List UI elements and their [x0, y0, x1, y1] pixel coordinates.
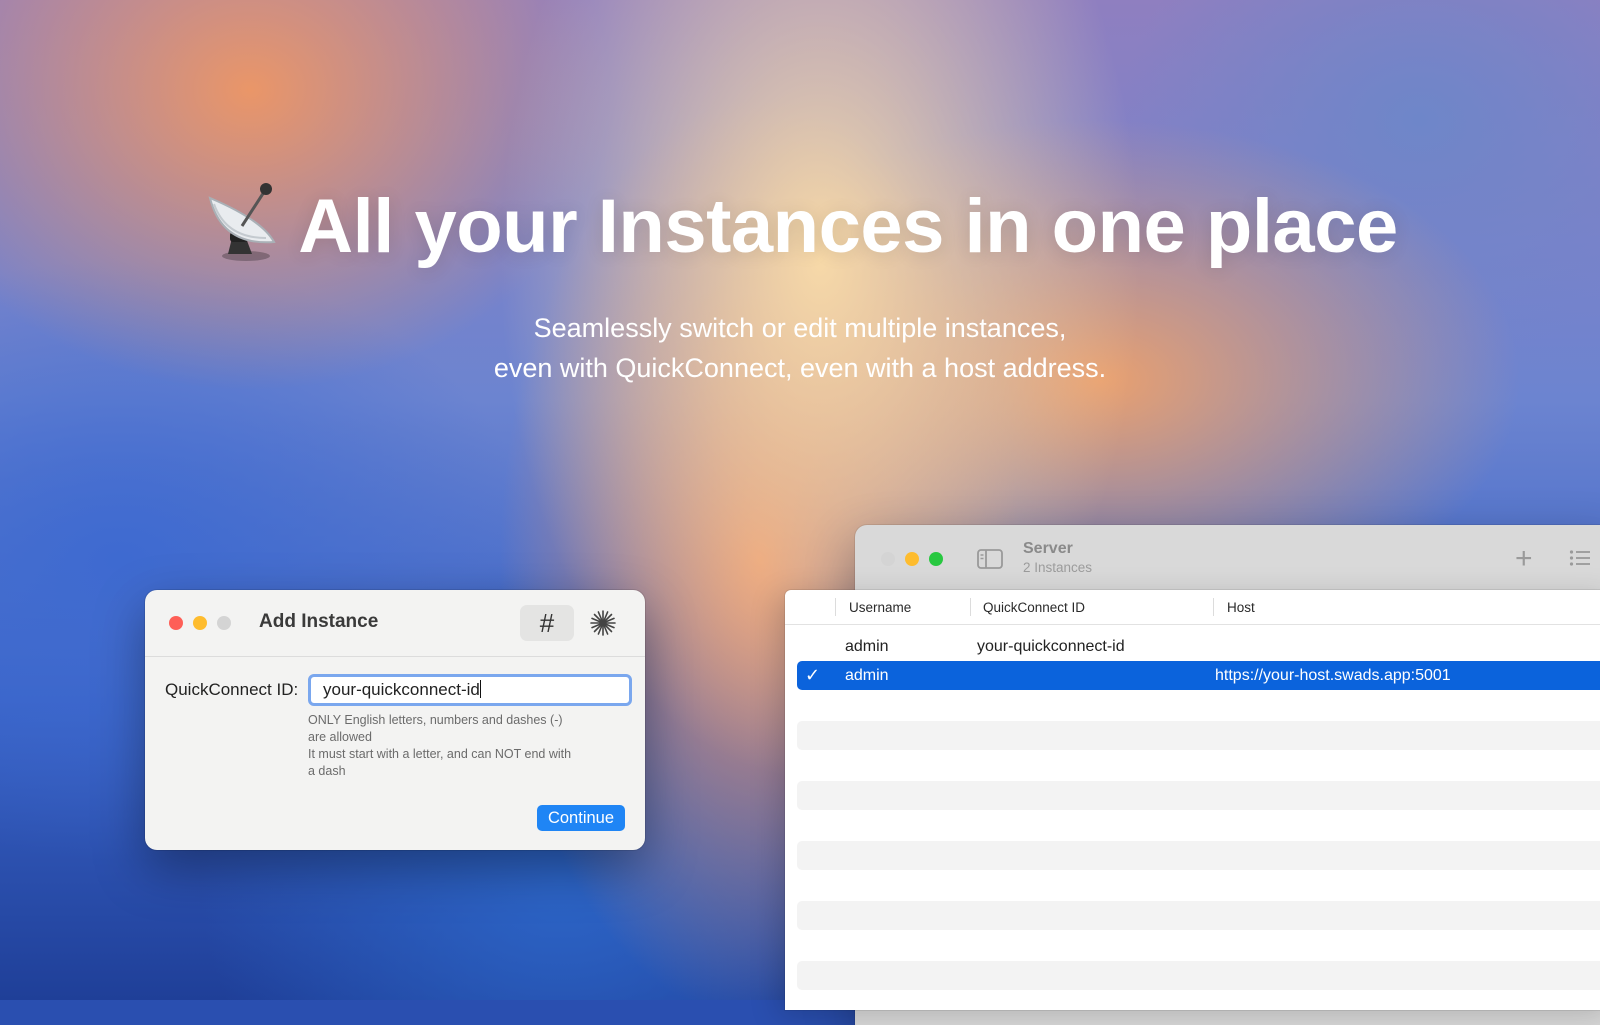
zoom-button[interactable]	[929, 552, 943, 566]
hint-line: ONLY English letters, numbers and dashes…	[308, 713, 563, 727]
quickconnect-id-input[interactable]: your-quickconnect-id	[308, 674, 632, 706]
column-header-username[interactable]: Username	[849, 600, 911, 615]
hash-icon[interactable]: #	[520, 605, 574, 641]
instances-table: Username QuickConnect ID Host admin your…	[785, 590, 1600, 1010]
hero-subtitle-line: Seamlessly switch or edit multiple insta…	[533, 313, 1067, 343]
continue-button[interactable]: Continue	[537, 805, 625, 831]
column-header-host[interactable]: Host	[1227, 600, 1255, 615]
empty-row-stripe	[797, 961, 1600, 990]
close-button[interactable]	[169, 616, 183, 630]
cell-username: admin	[845, 667, 889, 684]
checkmark-icon: ✓	[805, 665, 821, 685]
minimize-button[interactable]	[905, 552, 919, 566]
column-divider[interactable]	[835, 598, 836, 616]
hint-line: are allowed	[308, 730, 372, 744]
empty-row-stripe	[797, 721, 1600, 750]
text-caret	[479, 680, 482, 698]
table-header: Username QuickConnect ID Host	[785, 590, 1600, 625]
validation-hint: ONLY English letters, numbers and dashes…	[308, 712, 608, 780]
hero-subtitle-line: even with QuickConnect, even with a host…	[493, 353, 1107, 383]
list-icon[interactable]	[1569, 549, 1591, 567]
column-header-quickconnect-id[interactable]: QuickConnect ID	[983, 600, 1085, 615]
hint-line: a dash	[308, 764, 346, 778]
hint-line: It must start with a letter, and can NOT…	[308, 747, 572, 761]
empty-row-stripe	[797, 841, 1600, 870]
window-controls	[169, 616, 231, 630]
table-row[interactable]: admin your-quickconnect-id	[797, 632, 1600, 661]
window-title: Server	[1023, 540, 1073, 557]
quickconnect-id-value: your-quickconnect-id	[323, 680, 480, 699]
window-subtitle: 2 Instances	[1023, 560, 1093, 575]
empty-row-stripe	[797, 901, 1600, 930]
dialog-title: Add Instance	[259, 611, 379, 632]
column-divider[interactable]	[1213, 598, 1214, 616]
window-controls	[881, 552, 943, 566]
dialog-titlebar: Add Instance #	[145, 590, 645, 657]
close-button[interactable]	[881, 552, 895, 566]
zoom-button[interactable]	[217, 616, 231, 630]
hero-subtitle: Seamlessly switch or edit multiple insta…	[0, 308, 1600, 388]
minimize-button[interactable]	[193, 616, 207, 630]
satellite-dish-icon	[208, 183, 276, 261]
quickconnect-id-label: QuickConnect ID:	[165, 680, 299, 699]
table-row-selected[interactable]: ✓ admin https://your-host.swads.app:5001	[797, 661, 1600, 690]
add-instance-dialog: Add Instance # QuickConnect ID: your-qui…	[145, 590, 645, 850]
empty-row-stripe	[797, 781, 1600, 810]
hero-headline: All your Instances in one place	[0, 176, 1600, 270]
cell-quickconnect-id: your-quickconnect-id	[977, 638, 1125, 655]
hero-title-text: All your Instances in one place	[298, 184, 1398, 269]
cell-host: https://your-host.swads.app:5001	[1215, 667, 1451, 684]
plus-icon[interactable]: +	[1515, 544, 1533, 574]
sparkle-icon[interactable]	[585, 605, 621, 641]
cell-username: admin	[845, 638, 889, 655]
sidebar-toggle-icon[interactable]	[977, 549, 1003, 569]
column-divider[interactable]	[970, 598, 971, 616]
